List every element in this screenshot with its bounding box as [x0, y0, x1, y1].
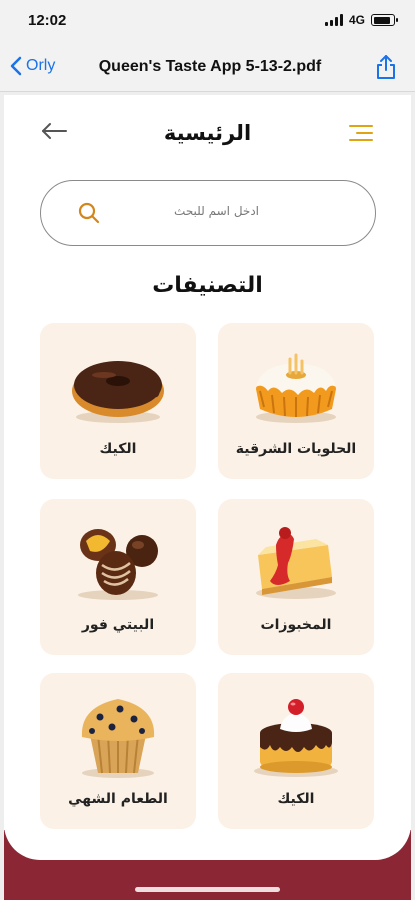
category-label: الطعام الشهي	[68, 791, 168, 807]
muffin-icon	[81, 699, 155, 778]
cheesecake-slice-icon	[256, 527, 336, 599]
home-indicator	[135, 887, 280, 892]
cherry-cake-icon	[254, 699, 338, 777]
category-label: البيتي فور	[81, 617, 155, 633]
category-grid: الحلويات الشرقية الكيك المخبوزات البيتي …	[40, 323, 374, 831]
viewer-nav-bar: Orly Queen's Taste App 5-13-2.pdf	[0, 44, 415, 92]
category-label: الكيك	[277, 791, 315, 807]
category-tile[interactable]: المخبوزات	[218, 499, 374, 655]
donut-icon	[72, 361, 164, 423]
categories-heading: التصنيفات	[152, 273, 263, 298]
status-time: 12:02	[28, 12, 67, 29]
menu-button[interactable]	[349, 125, 373, 146]
category-label: الكيك	[99, 441, 137, 457]
network-type: 4G	[348, 13, 365, 27]
signal-icon	[324, 14, 343, 26]
battery-level	[373, 16, 390, 24]
hamburger-menu-icon	[349, 125, 373, 141]
bundt-cake-icon	[256, 353, 336, 423]
chocolate-truffles-icon	[78, 529, 158, 600]
chevron-left-icon	[10, 56, 22, 76]
category-label: المخبوزات	[260, 617, 332, 633]
category-tile[interactable]: الكيك	[40, 323, 196, 479]
app-header: الرئيسية	[4, 117, 411, 153]
share-icon	[377, 55, 395, 79]
share-button[interactable]	[375, 54, 397, 84]
back-button-label: Orly	[26, 57, 56, 74]
category-tile[interactable]: الكيك	[218, 673, 374, 829]
status-bar: 12:02 4G	[0, 0, 415, 44]
category-tile[interactable]: الطعام الشهي	[40, 673, 196, 829]
category-tile[interactable]: الحلويات الشرقية	[218, 323, 374, 479]
app-content: الرئيسية التصنيفات	[4, 95, 411, 860]
app-screen: الرئيسية التصنيفات	[4, 95, 411, 900]
document-title: Queen's Taste App 5-13-2.pdf	[98, 58, 322, 75]
category-tile[interactable]: البيتي فور	[40, 499, 196, 655]
search-icon	[78, 202, 100, 224]
battery-icon	[371, 14, 398, 26]
search-input[interactable]	[99, 204, 259, 218]
back-button[interactable]: Orly	[10, 56, 55, 76]
status-icons: 4G	[324, 13, 398, 27]
category-label: الحلويات الشرقية	[235, 441, 357, 457]
search-bar[interactable]	[40, 180, 376, 246]
